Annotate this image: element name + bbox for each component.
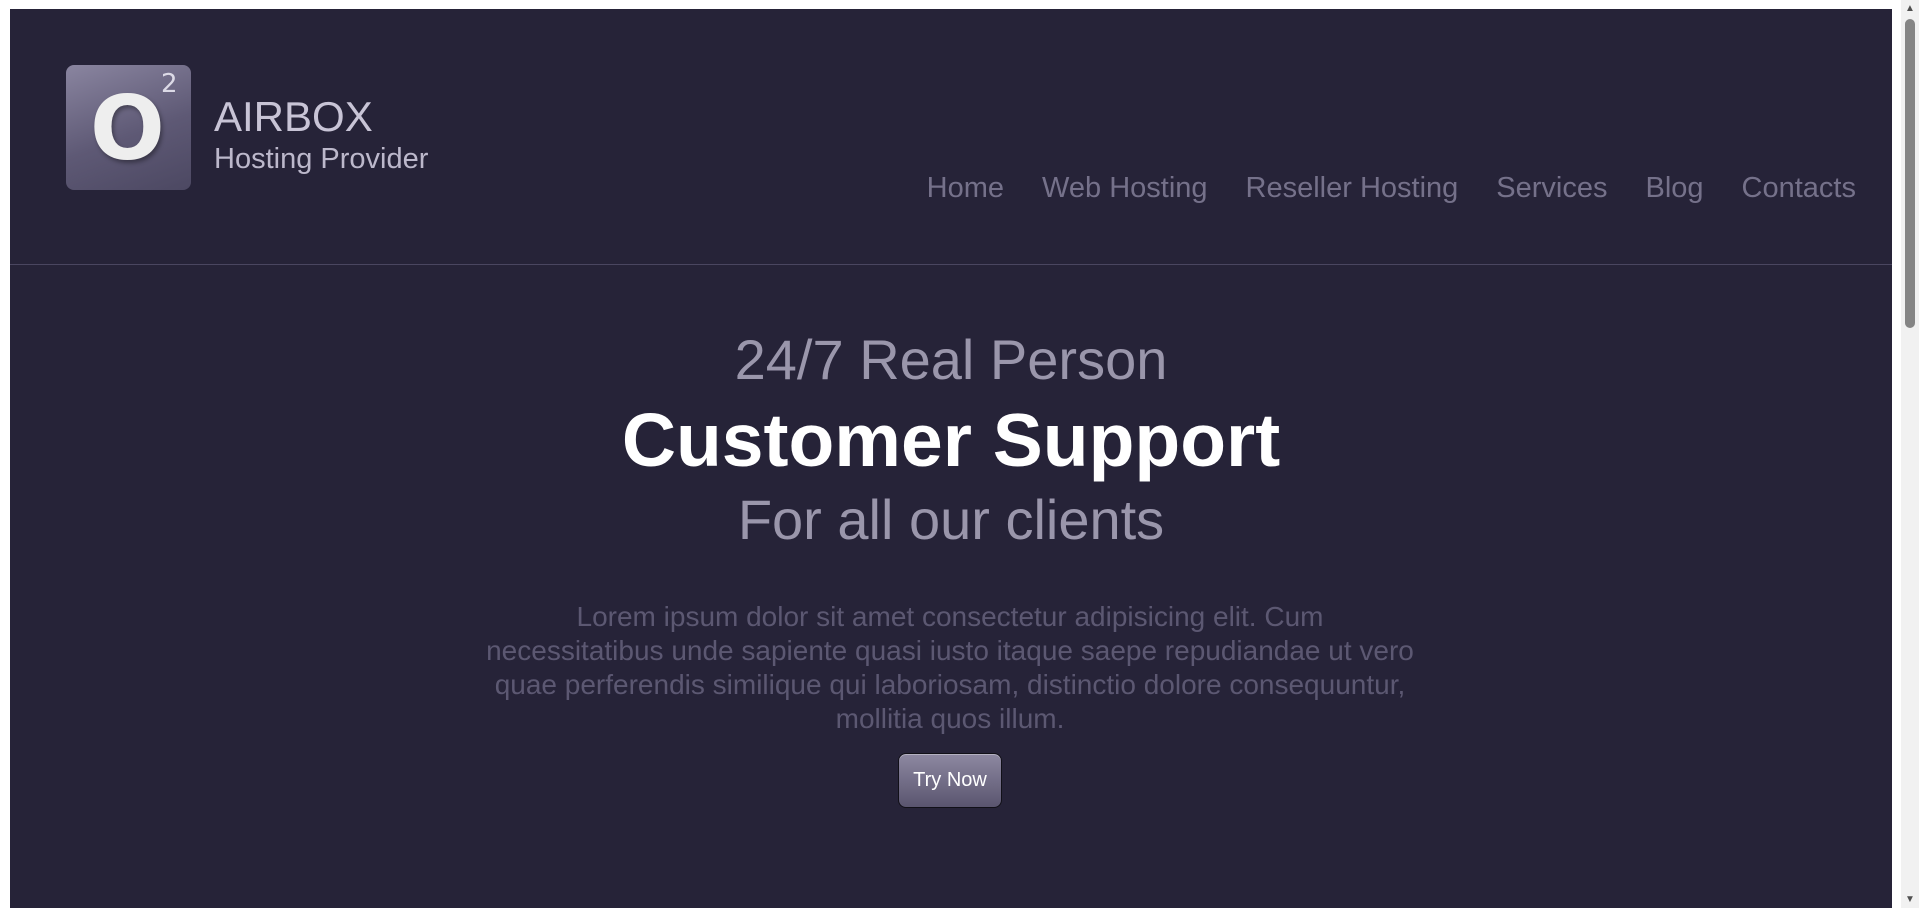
- nav-contacts[interactable]: Contacts: [1742, 171, 1856, 205]
- hero-subtitle: 24/7 Real Person: [734, 328, 1168, 391]
- nav-services[interactable]: Services: [1496, 171, 1607, 205]
- logo-icon[interactable]: O 2: [66, 65, 191, 190]
- scroll-thumb[interactable]: [1905, 19, 1915, 328]
- nav-reseller-hosting[interactable]: Reseller Hosting: [1246, 171, 1459, 205]
- nav-home[interactable]: Home: [927, 171, 1004, 205]
- vertical-scrollbar[interactable]: ▲ ▼: [1901, 0, 1919, 908]
- brand-name[interactable]: AIRBOX: [214, 93, 373, 141]
- hero-description: Lorem ipsum dolor sit amet consectetur a…: [486, 601, 1414, 734]
- hero-tagline: For all our clients: [737, 488, 1165, 551]
- scroll-down-icon[interactable]: ▼: [1901, 891, 1919, 908]
- hero-title: Customer Support: [621, 398, 1281, 482]
- logo-superscript: 2: [161, 69, 178, 99]
- site-header: O 2 AIRBOX Hosting Provider Home Web Hos…: [10, 9, 1892, 265]
- nav-web-hosting[interactable]: Web Hosting: [1042, 171, 1208, 205]
- page-viewport: O 2 AIRBOX Hosting Provider Home Web Hos…: [10, 9, 1892, 908]
- main-nav: Home Web Hosting Reseller Hosting Servic…: [927, 171, 1856, 205]
- try-now-button[interactable]: Try Now: [898, 753, 1002, 808]
- brand-tagline: Hosting Provider: [214, 143, 429, 175]
- logo-letter: O: [90, 77, 165, 180]
- nav-blog[interactable]: Blog: [1646, 171, 1704, 205]
- scroll-up-icon[interactable]: ▲: [1901, 0, 1919, 17]
